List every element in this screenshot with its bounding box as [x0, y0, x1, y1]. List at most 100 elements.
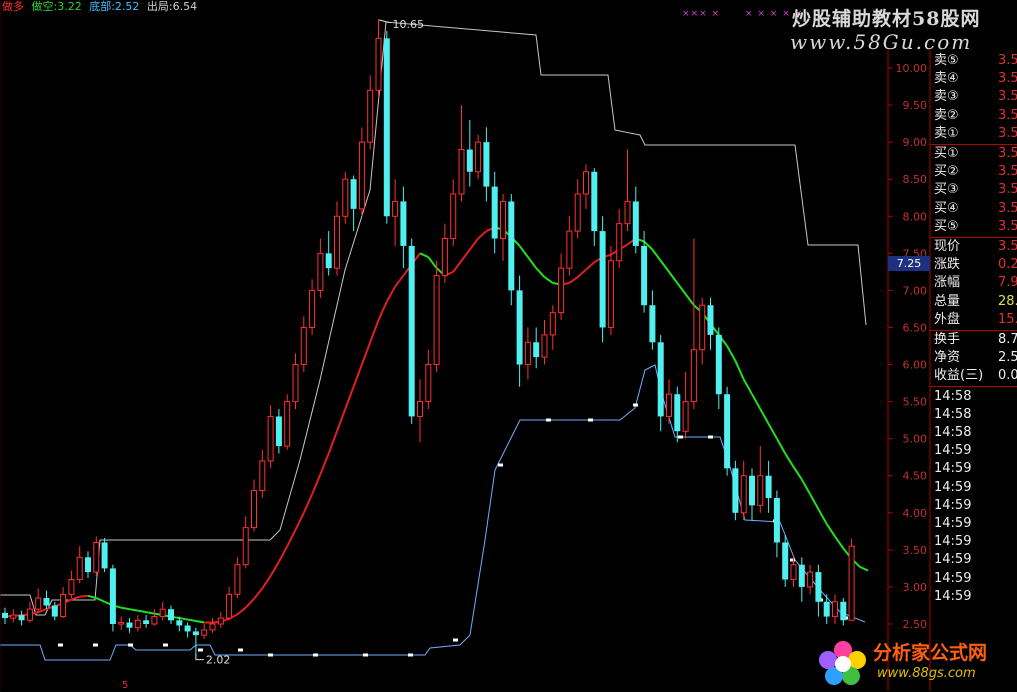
candle-body: [342, 178, 349, 217]
ma-segment: [676, 282, 687, 295]
ma-segment: [742, 378, 753, 395]
candle-body: [383, 38, 390, 217]
candle-body: [541, 334, 548, 358]
tick-row: 14:59: [932, 497, 1017, 515]
high-label: 10.65: [393, 18, 425, 31]
candle-body: [749, 475, 755, 506]
info-row-value: 8.78: [998, 332, 1017, 347]
candle-body: [101, 542, 108, 569]
candle-body: [832, 601, 838, 618]
candle-body: [740, 475, 747, 514]
candle-body: [68, 579, 75, 595]
line-marker: [163, 643, 168, 647]
legend-label-3: 出局:6.54: [146, 0, 198, 13]
candle-body: [93, 541, 100, 573]
candle-body: [51, 605, 58, 617]
ma-segment: [767, 423, 778, 440]
tick-row-label: 14:59: [934, 534, 972, 550]
ma-segment: [468, 237, 479, 251]
candle-body: [350, 179, 357, 209]
candle-body: [566, 230, 573, 269]
ma-segment: [360, 341, 372, 365]
line-marker: [790, 558, 795, 562]
candle-body: [358, 141, 365, 210]
candle-body: [524, 341, 531, 366]
candle-body: [168, 609, 174, 621]
indicator-legend: 做多 做空:3.22 底部:2.52 出局:6.54: [2, 0, 201, 14]
buy-row: 买④ 3.5: [932, 200, 1017, 218]
sell-row: 卖② 3.5: [932, 107, 1017, 125]
exit-line: [0, 21, 867, 616]
quote-row-value: 3.5: [998, 239, 1017, 254]
quote-row-value: 15.0万: [998, 311, 1017, 327]
candle-body: [375, 37, 382, 91]
quote-row-label: 总量: [934, 293, 961, 309]
candle-body: [408, 245, 415, 417]
axis-tick-label: 4.00: [903, 507, 928, 520]
buy-row-label: 买①: [934, 146, 959, 161]
candle-body: [508, 201, 515, 291]
candle-body: [292, 364, 299, 403]
candle-body: [500, 200, 506, 240]
logo-title: 分析家公式网: [873, 642, 988, 664]
ma-segment: [336, 408, 347, 432]
watermark-title: 炒股辅助教材58股网: [792, 8, 981, 30]
quote-panel: 卖⑤ 3.5 卖④ 3.5 卖③ 3.5 卖② 3.5 卖① 3.5 买① 3.5 买② 3.5 买③ 3.5…: [930, 50, 1017, 630]
quote-row: 外盘 15.0万: [932, 311, 1017, 329]
tick-row: 14:58: [932, 406, 1017, 424]
candle-body: [732, 468, 739, 513]
tick-row-label: 14:59: [934, 516, 972, 531]
info-row-value: 2.5: [998, 350, 1017, 366]
candle-body: [251, 490, 257, 529]
candle-body: [516, 290, 523, 365]
tick-row-label: 14:59: [934, 552, 972, 568]
candle-body: [259, 460, 266, 492]
candle-body: [433, 275, 440, 366]
candle-body: [275, 416, 282, 447]
ma-segment: [825, 523, 836, 538]
buy-row-label: 买⑤: [934, 218, 959, 234]
tick-row: 14:59: [932, 460, 1017, 478]
ma-segment: [352, 364, 363, 388]
line-marker: [198, 648, 203, 652]
axis-tick-label: 9.00: [903, 136, 928, 149]
quote-row: 现价 3.5: [932, 238, 1017, 256]
line-marker: [498, 463, 503, 467]
candle-body: [558, 267, 565, 314]
candle-body: [334, 215, 340, 269]
candlestick-chart[interactable]: 10.652.025 10.009.509.008.508.007.507.00…: [0, 0, 1017, 691]
legend-label-2: 底部:2.52: [89, 0, 140, 13]
sell-row: 卖⑤ 3.5: [932, 52, 1017, 70]
candle-body: [491, 186, 498, 239]
ma-segment: [668, 271, 679, 284]
candle-body: [2, 612, 8, 619]
ma-segment: [269, 561, 280, 577]
candle-body: [217, 617, 224, 625]
tick-row: 14:59: [932, 515, 1017, 533]
ma-segment: [369, 319, 380, 343]
candle-body: [234, 564, 241, 595]
sell-row-label: 卖②: [934, 107, 959, 123]
quote-row: 涨幅 7.90: [932, 274, 1017, 292]
candle-body: [367, 89, 374, 143]
ma-segment: [759, 408, 770, 425]
ma-segment: [460, 249, 471, 262]
buy-row: 买① 3.5: [932, 145, 1017, 163]
ma-segment: [535, 267, 546, 278]
ma-segment: [179, 617, 188, 621]
ma-segment: [236, 606, 247, 616]
candle-body: [765, 475, 772, 498]
axis-tick-label: 6.50: [903, 321, 928, 334]
info-row-label: 换手: [934, 332, 961, 347]
quote-row-value: 28.1万: [998, 293, 1017, 309]
axis-tick-label: 9.50: [903, 99, 928, 112]
axis-tick-label: 2.50: [903, 618, 928, 631]
ma-segment: [145, 611, 155, 615]
ma-segment: [129, 608, 138, 612]
line-marker: [238, 648, 243, 652]
tick-row: 14:58: [932, 424, 1017, 442]
line-marker: [128, 643, 133, 647]
candles: [2, 19, 855, 660]
candle-body: [76, 556, 83, 581]
candle-body: [599, 231, 606, 328]
